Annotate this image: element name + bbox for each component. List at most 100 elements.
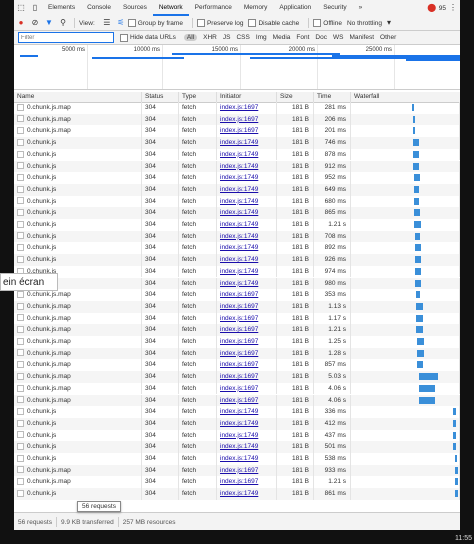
tab-elements[interactable]: Elements [42,0,81,16]
initiator-link[interactable]: index.js:1697 [220,385,258,392]
waterfall-bar[interactable] [453,431,456,439]
initiator-link[interactable]: index.js:1749 [220,408,258,415]
device-toolbar-icon[interactable]: ▯ [30,3,40,13]
table-row[interactable]: 0.chunk.js 304 fetch index.js:1749 181 B 649 … [14,183,460,196]
waterfall-bar[interactable] [416,314,423,322]
table-row[interactable]: 0.chunk.js.map 304 fetch index.js:1697 181 B… [14,289,460,301]
table-row[interactable]: 0.chunk.js.map 304 fetch index.js:1697 181 B… [14,371,460,383]
table-row[interactable]: 0.chunk.js 304 fetch index.js:1749 181 B 912 … [14,160,460,173]
column-header-waterfall[interactable]: Waterfall [351,92,460,102]
table-row[interactable]: 0.chunk.js304fetchindex.js:1749181 B980 … [14,277,460,290]
preserve-log-toggle[interactable]: Preserve log [196,19,243,27]
waterfall-bar[interactable] [414,197,419,205]
initiator-link[interactable]: index.js:1749 [220,432,258,439]
table-row[interactable]: 0.chunk.js 304 fetch index.js:1749 181 B 974 … [14,265,460,278]
waterfall-bar[interactable] [416,326,423,334]
table-row[interactable]: 0.chunk.js.map 304 fetch index.js:1697 181 B… [14,347,460,360]
request-name-cell[interactable]: 0.chunk.js [14,441,142,453]
initiator-link[interactable]: index.js:1749 [220,455,258,462]
request-name-cell[interactable]: 0.chunk.js [14,406,142,418]
waterfall-bar[interactable] [415,232,420,240]
table-row[interactable]: 0.chunk.js 304 fetch index.js:1749 181 B 437 … [14,429,460,442]
initiator-link[interactable]: index.js:1697 [220,373,258,380]
request-name-cell[interactable]: 0.chunk.js [14,172,142,184]
column-header-initiator[interactable]: Initiator [217,92,277,102]
waterfall-bar[interactable] [418,373,439,381]
initiator-link[interactable]: index.js:1749 [220,490,258,497]
request-name-cell[interactable]: 0.chunk.js [14,183,142,196]
table-row[interactable]: 0.chunk.js 304 fetch index.js:1749 181 B 538 … [14,453,460,465]
initiator-link[interactable]: index.js:1697 [220,326,258,333]
checkbox[interactable] [120,33,128,42]
tab-performance[interactable]: Performance [189,0,238,16]
initiator-link[interactable]: index.js:1697 [220,478,258,485]
initiator-link[interactable]: index.js:1749 [220,280,258,287]
checkbox[interactable] [248,19,257,27]
initiator-link[interactable]: index.js:1697 [220,116,258,123]
filter-type-media[interactable]: Media [273,34,291,41]
table-row[interactable]: 0.chunk.js 304 fetch index.js:1749 181 B 952 … [14,172,460,184]
waterfall-bar[interactable] [415,279,421,287]
table-row[interactable]: 0.chunk.js.map 304 fetch index.js:1697 181 B… [14,382,460,395]
initiator-link[interactable]: index.js:1697 [220,361,258,368]
initiator-link[interactable]: index.js:1749 [220,186,258,193]
request-name-cell[interactable]: 0.chunk.js [14,230,142,243]
initiator-link[interactable]: index.js:1749 [220,443,258,450]
request-name-cell[interactable]: 0.chunk.js.map [14,359,142,372]
initiator-link[interactable]: index.js:1749 [220,151,258,158]
request-name-cell[interactable]: 0.chunk.js [14,137,142,149]
filter-type-ws[interactable]: WS [333,34,343,41]
error-icon[interactable]: ⬤ [427,3,437,13]
waterfall-bar[interactable] [416,291,420,299]
tab-memory[interactable]: Memory [238,0,273,16]
table-row[interactable]: 0.chunk.js 304 fetch index.js:1749 181 B 708 … [14,230,460,243]
waterfall-bar[interactable] [413,162,419,170]
waterfall-bar[interactable] [454,455,457,462]
waterfall-bar[interactable] [414,209,420,217]
request-name-cell[interactable]: 0.chunk.js.map [14,312,142,325]
filter-type-js[interactable]: JS [223,34,231,41]
more-tabs-button[interactable]: » [353,0,369,16]
large-rows-icon[interactable]: ☰ [102,18,112,28]
waterfall-bar[interactable] [417,349,425,357]
waterfall-bar[interactable] [454,490,458,498]
waterfall-bar[interactable] [417,338,425,345]
request-name-cell[interactable]: 0.chunk.js [14,453,142,465]
request-name-cell[interactable]: 0.chunk.js.map [14,102,142,114]
column-header-type[interactable]: Type [179,92,217,102]
menu-kebab-icon[interactable]: ⋮ [448,3,458,13]
table-row[interactable]: 0.chunk.js.map 304 fetch index.js:1697 181 B… [14,336,460,348]
tab-console[interactable]: Console [81,0,117,16]
throttling-select[interactable]: No throttling ▾ [347,18,396,28]
initiator-link[interactable]: index.js:1749 [220,244,258,251]
table-row[interactable]: 0.chunk.js 304 fetch index.js:1749 181 B 878 … [14,148,460,161]
initiator-link[interactable]: index.js:1749 [220,209,258,216]
request-name-cell[interactable]: 0.chunk.js.map [14,336,142,348]
table-row[interactable]: 0.chunk.js 304 fetch index.js:1749 181 B 412 … [14,417,460,430]
filter-type-font[interactable]: Font [296,34,309,41]
waterfall-bar[interactable] [415,244,421,252]
waterfall-bar[interactable] [417,361,423,369]
request-name-cell[interactable]: 0.chunk.js.map [14,300,142,313]
filter-type-css[interactable]: CSS [236,34,249,41]
filter-type-xhr[interactable]: XHR [203,34,217,41]
table-row[interactable]: 0.chunk.js.map 304 fetch index.js:1697 181 B… [14,300,460,313]
initiator-link[interactable]: index.js:1749 [220,256,258,263]
initiator-link[interactable]: index.js:1697 [220,303,258,310]
initiator-link[interactable]: index.js:1697 [220,338,258,345]
filter-type-all[interactable]: All [183,34,198,41]
filter-input[interactable] [18,32,114,43]
waterfall-bar[interactable] [415,256,421,264]
request-name-cell[interactable]: 0.chunk.js [14,207,142,219]
table-row[interactable]: 0.chunk.js.map 304 fetch index.js:1697 181 B… [14,102,460,114]
request-name-cell[interactable]: 0.chunk.js.map [14,371,142,383]
waterfall-bar[interactable] [453,419,456,427]
table-row[interactable]: 0.chunk.js.map 304 fetch index.js:1697 181 B… [14,359,460,372]
initiator-link[interactable]: index.js:1697 [220,291,258,298]
initiator-link[interactable]: index.js:1697 [220,127,258,134]
waterfall-bar[interactable] [453,443,456,451]
initiator-link[interactable]: index.js:1749 [220,198,258,205]
search-icon[interactable]: ⚲ [58,18,68,28]
waterfall-bar[interactable] [418,384,435,392]
request-name-cell[interactable]: 0.chunk.js [14,148,142,161]
